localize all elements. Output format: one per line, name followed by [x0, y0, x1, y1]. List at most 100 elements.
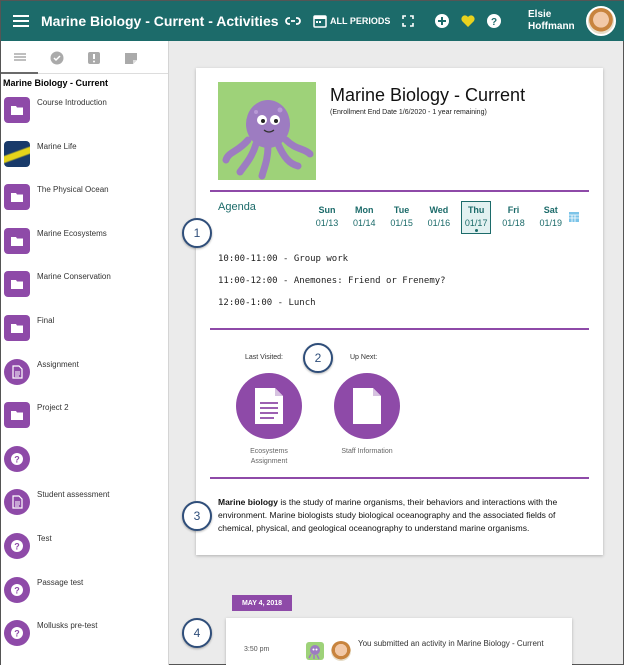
agenda-item: 11:00-12:00 - Anemones: Friend or Frenem… — [218, 276, 446, 286]
document-icon — [4, 489, 30, 516]
avatar — [331, 641, 351, 661]
svg-text:?: ? — [14, 585, 20, 595]
check-circle-icon — [50, 51, 63, 64]
sidebar-item[interactable]: The Physical Ocean — [4, 184, 164, 214]
divider — [210, 328, 589, 330]
sidebar-item[interactable]: Marine Life — [4, 140, 164, 171]
date-badge: MAY 4, 2018 — [232, 595, 292, 611]
sidebar-item[interactable]: ? Passage test — [4, 576, 164, 607]
top-bar: Marine Biology - Current - Activities AL… — [1, 1, 624, 41]
tab-notes[interactable] — [112, 41, 149, 74]
user-name[interactable]: Elsie Hoffmann — [528, 9, 575, 33]
up-next-label: Up Next: — [350, 354, 378, 361]
question-icon: ? — [4, 445, 30, 472]
sidebar-item-label: Project 2 — [37, 403, 69, 413]
sidebar-item-label: Marine Ecosystems — [37, 228, 107, 238]
agenda-day-thu[interactable]: Thu 01/17 — [461, 201, 492, 234]
agenda-day-sun[interactable]: Sun 01/13 — [312, 204, 342, 230]
enrollment-note: (Enrollment End Date 1/6/2020 - 1 year r… — [330, 109, 487, 116]
svg-text:?: ? — [14, 542, 20, 552]
question-icon: ? — [4, 533, 30, 559]
sidebar-item[interactable]: ? Test — [4, 533, 164, 563]
step-marker: 4 — [182, 618, 212, 648]
list-icon — [13, 52, 26, 61]
sidebar-item[interactable]: Course Introduction — [4, 97, 164, 127]
agenda-day-tue[interactable]: Tue 01/15 — [387, 204, 417, 230]
up-next-button[interactable] — [334, 373, 400, 439]
question-icon: ? — [4, 620, 30, 647]
avatar[interactable] — [586, 6, 616, 36]
feed-message: You submitted an activity in Marine Biol… — [358, 639, 544, 648]
course-description: Marine biology is the study of marine or… — [218, 497, 558, 533]
sidebar-item[interactable]: Marine Ecosystems — [4, 227, 164, 258]
document-icon — [255, 388, 283, 424]
note-icon — [124, 52, 137, 64]
tab-list[interactable] — [1, 41, 38, 74]
sidebar-item-label: Marine Life — [37, 141, 77, 151]
svg-text:?: ? — [14, 629, 20, 639]
step-marker: 1 — [182, 218, 212, 248]
image-thumbnail — [4, 140, 30, 167]
page-title: Marine Biology - Current - Activities — [41, 13, 279, 29]
sidebar: Marine Biology - Current Course Introduc… — [1, 41, 169, 665]
folder-icon — [4, 315, 30, 341]
sidebar-item-label: Student assessment — [37, 490, 110, 500]
sidebar-item-label: Test — [37, 534, 52, 543]
course-title: Marine Biology - Current — [330, 85, 526, 105]
step-marker: 3 — [182, 501, 212, 531]
up-next-caption[interactable]: Staff Information — [327, 447, 407, 457]
agenda-day-fri[interactable]: Fri 01/18 — [499, 204, 529, 230]
last-visited-label: Last Visited: — [245, 354, 284, 361]
course-thumbnail — [306, 642, 324, 660]
folder-icon — [4, 271, 30, 298]
menu-icon[interactable] — [1, 1, 41, 41]
sidebar-item[interactable]: Project 2 — [4, 402, 164, 432]
folder-icon — [4, 97, 30, 123]
folder-icon — [4, 227, 30, 254]
svg-text:?: ? — [14, 454, 20, 464]
course-image — [218, 82, 316, 180]
folder-icon — [4, 184, 30, 211]
add-icon[interactable] — [432, 11, 452, 31]
period-selector[interactable]: ALL PERIODS — [313, 14, 390, 28]
folder-icon — [4, 402, 30, 429]
divider — [210, 190, 589, 192]
sidebar-item-label: Mollusks pre-test — [37, 621, 98, 631]
link-icon[interactable] — [283, 11, 303, 31]
last-visited-button[interactable] — [236, 373, 302, 439]
activity-feed-item[interactable]: 3:50 pm You submitted an activity in Mar… — [226, 618, 572, 665]
document-icon — [353, 388, 381, 424]
sidebar-item-label: Marine Conservation — [37, 272, 111, 282]
sidebar-item[interactable]: Student assessment — [4, 489, 164, 519]
sidebar-item[interactable]: Final — [4, 315, 164, 345]
agenda-day-wed[interactable]: Wed 01/16 — [424, 204, 454, 230]
sidebar-item-label: Assignment — [37, 359, 79, 369]
agenda-title: Agenda — [218, 201, 256, 213]
agenda-day-mon[interactable]: Mon 01/14 — [349, 204, 379, 230]
step-marker: 2 — [303, 343, 333, 373]
tab-completed[interactable] — [38, 41, 75, 74]
divider — [210, 477, 589, 479]
agenda-day-sat[interactable]: Sat 01/19 — [536, 204, 566, 230]
period-label: ALL PERIODS — [330, 16, 391, 26]
sidebar-item[interactable]: ? Mollusks pre-test — [4, 620, 164, 650]
feed-time: 3:50 pm — [244, 646, 270, 653]
document-icon — [4, 358, 30, 385]
sidebar-item-label: The Physical Ocean — [37, 185, 109, 195]
last-visited-caption[interactable]: Ecosystems Assignment — [234, 447, 304, 467]
agenda-item: 10:00-11:00 - Group work — [218, 254, 349, 264]
calendar-icon[interactable] — [568, 211, 580, 223]
sidebar-item[interactable]: ? — [4, 445, 164, 476]
sidebar-tabs — [1, 41, 168, 74]
tab-alerts[interactable] — [75, 41, 112, 74]
sidebar-item-label: Passage test — [37, 577, 84, 587]
fullscreen-icon[interactable] — [398, 11, 418, 31]
calendar-icon — [313, 15, 327, 28]
sidebar-item[interactable]: Marine Conservation — [4, 271, 164, 301]
svg-text:?: ? — [491, 17, 497, 28]
sidebar-item-label: Course Introduction — [37, 98, 107, 107]
agenda-item: 12:00-1:00 - Lunch — [218, 298, 316, 308]
heart-icon[interactable] — [458, 11, 478, 31]
sidebar-item[interactable]: Assignment — [4, 358, 164, 389]
help-icon[interactable]: ? — [484, 11, 504, 31]
